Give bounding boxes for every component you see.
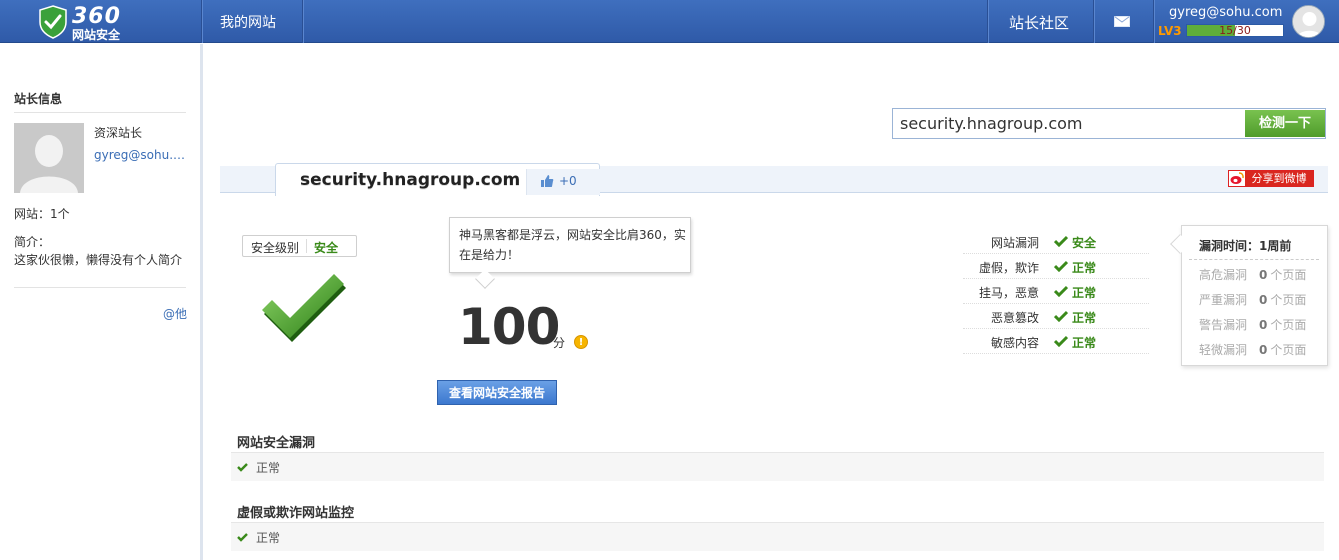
like-count: +0 — [559, 174, 577, 188]
logo-subtitle: 网站安全 — [72, 28, 121, 42]
section-status: 正常 — [256, 461, 281, 475]
vulnerability-label: 严重漏洞 — [1199, 293, 1248, 307]
section-status: 正常 — [256, 531, 281, 545]
domain-name: security.hnagroup.com — [300, 170, 521, 190]
user-level-badge: LV3 — [1158, 24, 1182, 38]
vulnerability-count: 0 — [1259, 268, 1268, 282]
default-avatar-icon — [1293, 6, 1324, 37]
check-icon — [237, 533, 248, 542]
website-count: 网站：1个 — [14, 207, 70, 221]
security-level-label: 安全级别 — [251, 241, 300, 255]
webmaster-avatar[interactable] — [14, 123, 84, 193]
divider — [1189, 259, 1319, 260]
user-avatar[interactable] — [1292, 5, 1325, 38]
status-label: 网站漏洞 — [990, 236, 1039, 250]
status-value: 安全 — [1072, 236, 1097, 250]
nav-divider — [1153, 0, 1154, 43]
vulnerability-unit: 个页面 — [1270, 268, 1307, 282]
vulnerability-time: 漏洞时间：1周前 — [1199, 239, 1292, 253]
status-label: 恶意篡改 — [990, 311, 1039, 325]
security-score: 100 — [458, 298, 560, 356]
envelope-icon[interactable] — [1114, 16, 1130, 27]
vulnerability-label: 高危漏洞 — [1199, 268, 1248, 282]
section-status-row: 正常 — [231, 522, 1324, 551]
user-email[interactable]: gyreg@sohu.com — [1169, 5, 1282, 20]
vulnerability-count: 0 — [1259, 318, 1268, 332]
webmaster-rank: 资深站长 — [94, 126, 143, 140]
vulnerability-count: 0 — [1259, 343, 1268, 357]
vulnerability-row: 轻微漏洞 0 个页面 — [1199, 341, 1306, 358]
large-checkmark-icon — [262, 274, 346, 342]
level-progress-bar: 15/30 — [1186, 24, 1284, 37]
vulnerability-count: 0 — [1259, 293, 1268, 307]
sidebar — [0, 44, 200, 560]
score-unit: 分 — [553, 336, 566, 350]
vulnerability-row: 高危漏洞 0 个页面 — [1199, 266, 1306, 283]
nav-divider — [302, 0, 303, 43]
site-logo[interactable]: 360 网站安全 — [38, 4, 188, 42]
share-to-weibo-button[interactable]: 分享到微博 — [1228, 170, 1314, 187]
status-row: 挂马，恶意 正常 — [963, 279, 1149, 304]
share-label: 分享到微博 — [1245, 171, 1313, 186]
status-value: 正常 — [1072, 336, 1097, 350]
shield-logo-icon — [39, 5, 67, 39]
domain-search-box: 检测一下 — [892, 108, 1326, 139]
vulnerability-unit: 个页面 — [1270, 343, 1307, 357]
default-avatar-icon — [14, 123, 84, 193]
status-label: 挂马，恶意 — [978, 286, 1039, 300]
info-icon[interactable]: ! — [574, 335, 588, 349]
check-icon — [1054, 310, 1068, 322]
intro-text: 这家伙很懒，懒得没有个人简介 — [14, 253, 183, 267]
vulnerability-label: 轻微漏洞 — [1199, 343, 1248, 357]
status-row: 虚假，欺诈 正常 — [963, 254, 1149, 279]
vulnerability-unit: 个页面 — [1270, 293, 1307, 307]
section-title-fraud-monitoring: 虚假或欺诈网站监控 — [237, 506, 355, 521]
webmaster-email-link[interactable]: gyreg@sohu.com — [94, 148, 186, 162]
comment-bubble: 神马黑客都是浮云，网站安全比肩360，实在是给力！ — [449, 217, 691, 273]
section-status-row: 正常 — [231, 452, 1324, 481]
webmaster-info-title: 站长信息 — [14, 92, 63, 106]
sidebar-border — [200, 44, 203, 560]
check-icon — [1054, 260, 1068, 272]
section-title-vulnerabilities: 网站安全漏洞 — [237, 436, 316, 451]
check-icon — [1054, 285, 1068, 297]
check-icon — [1054, 235, 1068, 247]
vulnerability-label: 警告漏洞 — [1199, 318, 1248, 332]
divider — [14, 112, 186, 113]
nav-webmaster-community[interactable]: 站长社区 — [1009, 12, 1069, 33]
check-icon — [1054, 335, 1068, 347]
status-value: 正常 — [1072, 261, 1097, 275]
security-level-value: 安全 — [314, 241, 339, 255]
status-row: 敏感内容 正常 — [963, 329, 1149, 354]
view-security-report-button[interactable]: 查看网站安全报告 — [437, 380, 557, 405]
check-button[interactable]: 检测一下 — [1245, 110, 1325, 137]
mention-link[interactable]: @他 — [163, 305, 187, 322]
vulnerability-row: 严重漏洞 0 个页面 — [1199, 291, 1306, 308]
thumbs-up-icon[interactable] — [540, 174, 554, 188]
status-value: 正常 — [1072, 286, 1097, 300]
domain-search-input[interactable] — [895, 111, 1243, 136]
vulnerability-row: 警告漏洞 0 个页面 — [1199, 316, 1306, 333]
intro-label: 简介： — [14, 235, 51, 249]
bubble-text: 神马黑客都是浮云，网站安全比肩360，实在是给力！ — [459, 228, 686, 262]
nav-my-website[interactable]: 我的网站 — [220, 12, 276, 32]
status-row: 网站漏洞 安全 — [963, 229, 1149, 254]
nav-divider — [1093, 0, 1094, 43]
nav-divider — [201, 0, 202, 43]
level-progress-text: 15/30 — [1219, 24, 1251, 37]
divider — [306, 239, 307, 253]
check-icon — [237, 463, 248, 472]
status-label: 敏感内容 — [990, 336, 1039, 350]
top-navigation-bar: 360 网站安全 我的网站 站长社区 gyreg@sohu.com LV3 15… — [0, 0, 1339, 43]
status-label: 虚假，欺诈 — [978, 261, 1039, 275]
security-level-badge: 安全级别 安全 — [242, 235, 357, 257]
divider — [14, 287, 186, 288]
vulnerability-unit: 个页面 — [1270, 318, 1307, 332]
status-value: 正常 — [1072, 311, 1097, 325]
weibo-icon — [1229, 171, 1245, 186]
status-row: 恶意篡改 正常 — [963, 304, 1149, 329]
nav-divider — [987, 0, 988, 43]
